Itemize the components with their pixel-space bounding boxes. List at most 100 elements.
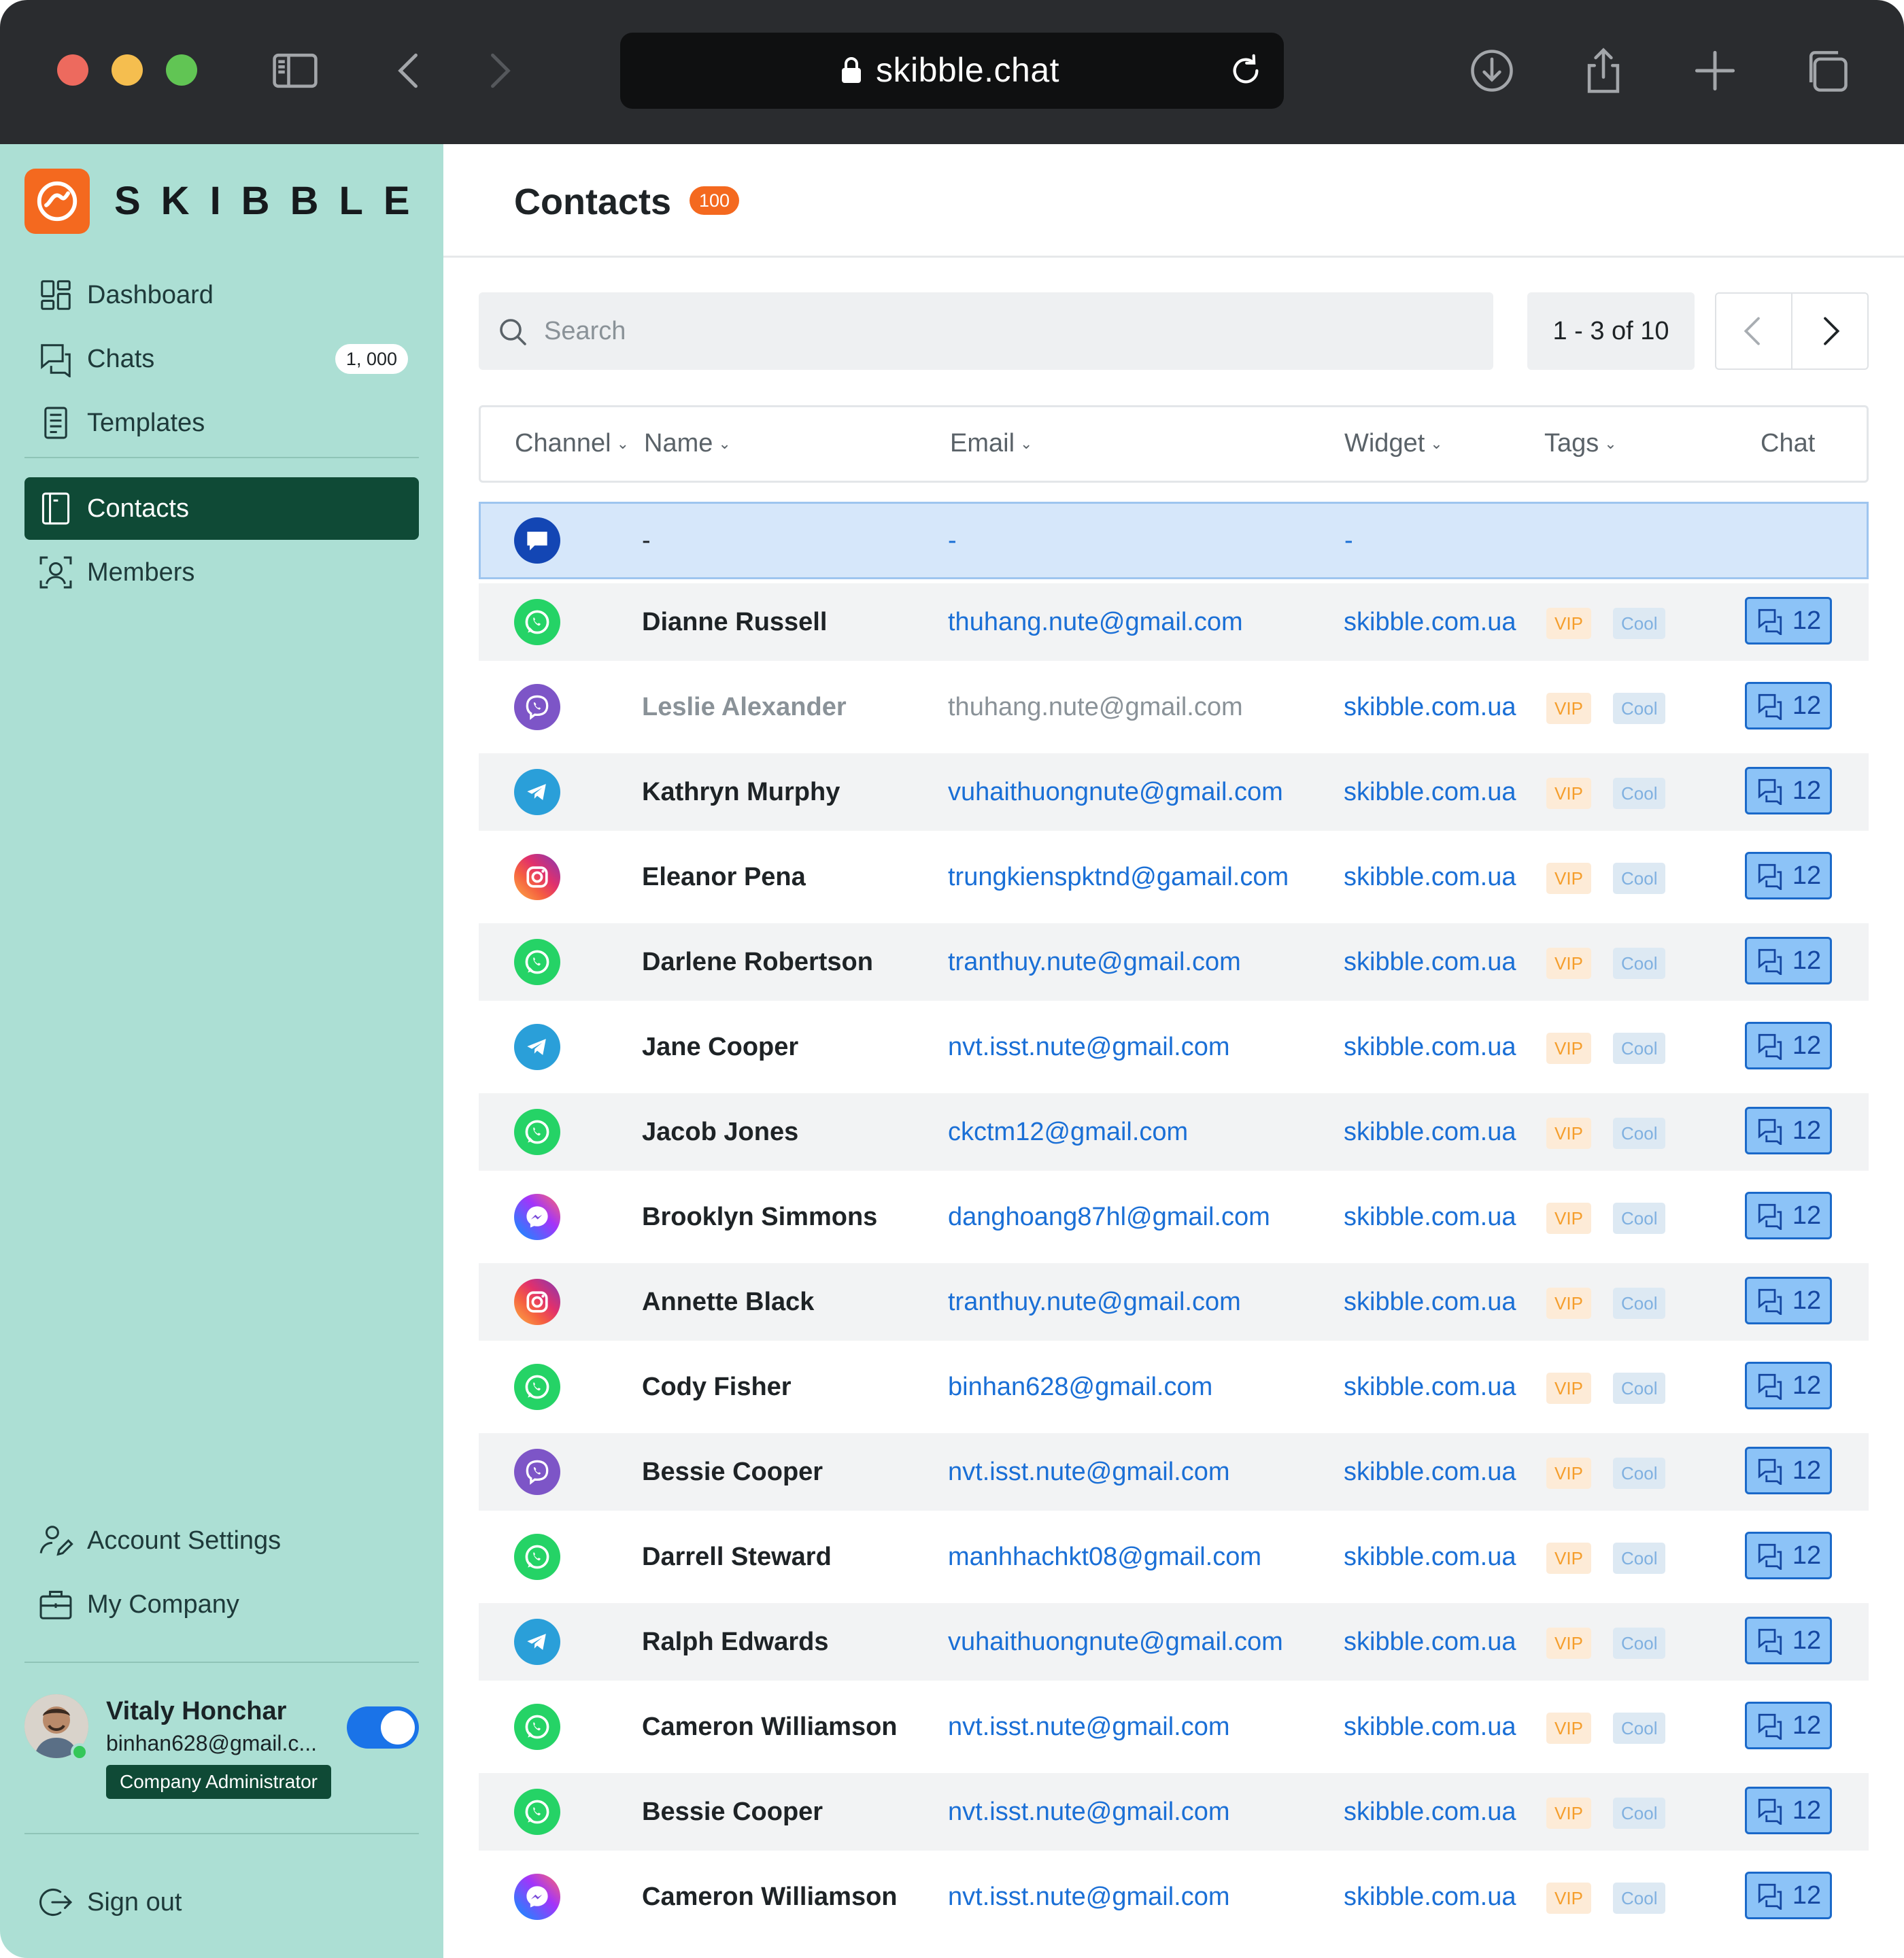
tag-cool[interactable]: Cool xyxy=(1613,778,1666,809)
contact-name[interactable]: Bessie Cooper xyxy=(642,1458,823,1487)
tag-vip[interactable]: VIP xyxy=(1546,1033,1591,1064)
tag-cool[interactable]: Cool xyxy=(1613,1543,1666,1574)
table-row-selected[interactable]: - - - xyxy=(479,502,1869,579)
contact-email[interactable]: nvt.isst.nute@gmail.com xyxy=(948,1883,1230,1912)
open-chat-button[interactable]: 12 xyxy=(1745,1447,1832,1494)
next-page-button[interactable] xyxy=(1791,292,1869,370)
close-window-button[interactable] xyxy=(57,54,88,86)
open-chat-button[interactable]: 12 xyxy=(1745,1107,1832,1154)
tag-cool[interactable]: Cool xyxy=(1613,948,1666,979)
table-row[interactable]: Ralph Edwards vuhaithuongnute@gmail.com sk… xyxy=(479,1603,1869,1681)
contact-widget[interactable]: skibble.com.ua xyxy=(1344,1798,1516,1827)
open-chat-button[interactable]: 12 xyxy=(1745,852,1832,899)
tag-cool[interactable]: Cool xyxy=(1613,1798,1666,1829)
contact-widget[interactable]: skibble.com.ua xyxy=(1344,1033,1516,1062)
column-header-channel[interactable]: Channel ⌄ xyxy=(515,429,629,458)
contact-name[interactable]: Jacob Jones xyxy=(642,1118,798,1147)
tag-vip[interactable]: VIP xyxy=(1546,1203,1591,1234)
sidebar-item-templates[interactable]: Templates xyxy=(24,392,419,454)
contact-name[interactable]: Bessie Cooper xyxy=(642,1798,823,1827)
contact-widget[interactable]: skibble.com.ua xyxy=(1344,1713,1516,1742)
open-chat-button[interactable]: 12 xyxy=(1745,1532,1832,1579)
availability-toggle[interactable] xyxy=(347,1706,419,1749)
column-header-name[interactable]: Name ⌄ xyxy=(644,429,731,458)
contact-email[interactable]: trungkienspktnd@gamail.com xyxy=(948,863,1289,892)
open-chat-button[interactable]: 12 xyxy=(1745,1872,1832,1919)
sidebar-toggle-icon[interactable] xyxy=(268,44,322,98)
tag-vip[interactable]: VIP xyxy=(1546,1883,1591,1914)
open-chat-button[interactable]: 12 xyxy=(1745,1617,1832,1664)
open-chat-button[interactable]: 12 xyxy=(1745,1702,1832,1749)
contact-widget[interactable]: skibble.com.ua xyxy=(1344,1628,1516,1657)
contact-email[interactable]: nvt.isst.nute@gmail.com xyxy=(948,1033,1230,1062)
tag-vip[interactable]: VIP xyxy=(1546,1118,1591,1149)
contact-widget[interactable]: skibble.com.ua xyxy=(1344,693,1516,722)
contact-name[interactable]: Cameron Williamson xyxy=(642,1883,898,1912)
table-row[interactable]: Eleanor Pena trungkienspktnd@gamail.com sk… xyxy=(479,838,1869,916)
table-row[interactable]: Annette Black tranthuy.nute@gmail.com skib… xyxy=(479,1263,1869,1341)
tag-vip[interactable]: VIP xyxy=(1546,778,1591,809)
table-row[interactable]: Leslie Alexander thuhang.nute@gmail.com sk… xyxy=(479,668,1869,746)
contact-widget[interactable]: skibble.com.ua xyxy=(1344,608,1516,637)
search-input[interactable] xyxy=(544,292,1482,370)
contact-name[interactable]: Cameron Williamson xyxy=(642,1713,898,1742)
open-chat-button[interactable]: 12 xyxy=(1745,1787,1832,1834)
table-row[interactable]: Cameron Williamson nvt.isst.nute@gmail.co… xyxy=(479,1858,1869,1936)
tag-cool[interactable]: Cool xyxy=(1613,1458,1666,1489)
table-row[interactable]: Darrell Steward manhhachkt08@gmail.com ski… xyxy=(479,1518,1869,1596)
tag-vip[interactable]: VIP xyxy=(1546,1628,1591,1659)
tag-vip[interactable]: VIP xyxy=(1546,1713,1591,1744)
sign-out-button[interactable]: Sign out xyxy=(24,1871,419,1934)
contact-email[interactable]: nvt.isst.nute@gmail.com xyxy=(948,1458,1230,1487)
contact-email[interactable]: manhhachkt08@gmail.com xyxy=(948,1543,1261,1572)
download-icon[interactable] xyxy=(1465,44,1519,98)
table-row[interactable]: Bessie Cooper nvt.isst.nute@gmail.com skib… xyxy=(479,1773,1869,1851)
sidebar-item-contacts[interactable]: Contacts xyxy=(24,477,419,540)
contact-name[interactable]: Leslie Alexander xyxy=(642,693,847,722)
contact-widget[interactable]: skibble.com.ua xyxy=(1344,948,1516,977)
table-row[interactable]: Jane Cooper nvt.isst.nute@gmail.com skibbl… xyxy=(479,1008,1869,1086)
tag-vip[interactable]: VIP xyxy=(1546,863,1591,894)
tag-vip[interactable]: VIP xyxy=(1546,1543,1591,1574)
table-row[interactable]: Cody Fisher binhan628@gmail.com skibble.co… xyxy=(479,1348,1869,1426)
sidebar-item-dashboard[interactable]: Dashboard xyxy=(24,264,419,326)
maximize-window-button[interactable] xyxy=(166,54,197,86)
open-chat-button[interactable]: 12 xyxy=(1745,1277,1832,1324)
table-row[interactable]: Bessie Cooper nvt.isst.nute@gmail.com skib… xyxy=(479,1433,1869,1511)
contact-name[interactable]: Eleanor Pena xyxy=(642,863,806,892)
open-chat-button[interactable]: 12 xyxy=(1745,767,1832,814)
column-header-tags[interactable]: Tags ⌄ xyxy=(1544,429,1617,458)
contact-name[interactable]: Cody Fisher xyxy=(642,1373,792,1402)
contact-widget[interactable]: skibble.com.ua xyxy=(1344,1458,1516,1487)
contact-email[interactable]: thuhang.nute@gmail.com xyxy=(948,693,1243,722)
tag-vip[interactable]: VIP xyxy=(1546,1798,1591,1829)
tag-cool[interactable]: Cool xyxy=(1613,1713,1666,1744)
contact-widget[interactable]: skibble.com.ua xyxy=(1344,1118,1516,1147)
minimize-window-button[interactable] xyxy=(112,54,143,86)
sidebar-item-account-settings[interactable]: Account Settings xyxy=(24,1509,419,1572)
open-chat-button[interactable]: 12 xyxy=(1745,1362,1832,1409)
forward-icon[interactable] xyxy=(472,44,526,98)
contact-widget[interactable]: skibble.com.ua xyxy=(1344,1883,1516,1912)
table-row[interactable]: Dianne Russell thuhang.nute@gmail.com skib… xyxy=(479,583,1869,661)
open-chat-button[interactable]: 12 xyxy=(1745,1022,1832,1069)
contact-email[interactable]: nvt.isst.nute@gmail.com xyxy=(948,1713,1230,1742)
tag-cool[interactable]: Cool xyxy=(1613,693,1666,724)
tabs-overview-icon[interactable] xyxy=(1799,44,1854,98)
contact-email[interactable]: thuhang.nute@gmail.com xyxy=(948,608,1243,637)
contact-email[interactable]: vuhaithuongnute@gmail.com xyxy=(948,1628,1283,1657)
open-chat-button[interactable]: 12 xyxy=(1745,1192,1832,1239)
tag-vip[interactable]: VIP xyxy=(1546,693,1591,724)
tag-cool[interactable]: Cool xyxy=(1613,1373,1666,1404)
tag-vip[interactable]: VIP xyxy=(1546,1458,1591,1489)
contact-widget[interactable]: skibble.com.ua xyxy=(1344,1288,1516,1317)
contact-widget[interactable]: skibble.com.ua xyxy=(1344,1203,1516,1232)
open-chat-button[interactable]: 12 xyxy=(1745,597,1832,645)
tag-cool[interactable]: Cool xyxy=(1613,608,1666,639)
open-chat-button[interactable]: 12 xyxy=(1745,937,1832,984)
contact-name[interactable]: Kathryn Murphy xyxy=(642,778,840,807)
contact-email[interactable]: ckctm12@gmail.com xyxy=(948,1118,1188,1147)
column-header-widget[interactable]: Widget ⌄ xyxy=(1344,429,1443,458)
sidebar-item-chats[interactable]: Chats 1, 000 xyxy=(24,328,419,390)
table-row[interactable]: Cameron Williamson nvt.isst.nute@gmail.co… xyxy=(479,1688,1869,1766)
